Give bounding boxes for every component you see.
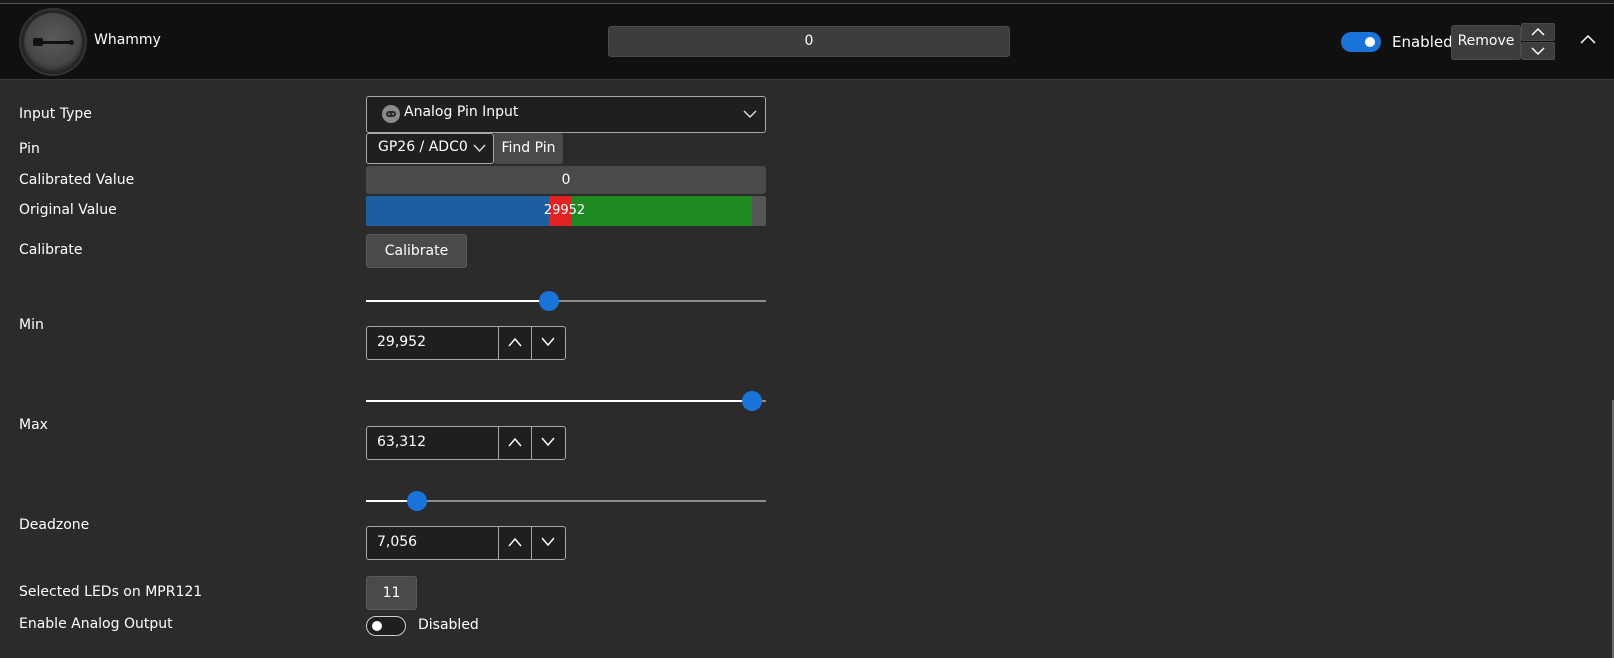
chevron-down-icon: [1531, 47, 1545, 56]
chevron-down-icon: [473, 144, 486, 153]
pin-select[interactable]: GP26 / ADC0: [366, 133, 494, 164]
original-value-text: 29952: [543, 203, 586, 218]
calibrate-label: Calibrate: [19, 242, 83, 258]
below-min-segment: [366, 196, 549, 226]
whammy-logo-icon: [21, 10, 85, 74]
input-type-label: Input Type: [19, 106, 92, 122]
input-type-value: Analog Pin Input: [404, 104, 519, 120]
find-pin-button[interactable]: Find Pin: [494, 133, 563, 164]
pin-label: Pin: [19, 141, 40, 157]
min-slider-thumb[interactable]: [538, 291, 559, 311]
max-decrement-button[interactable]: [531, 427, 565, 459]
analog-output-state: Disabled: [418, 617, 479, 633]
chevron-up-icon: [1531, 27, 1545, 36]
selected-leds-button[interactable]: 11: [366, 576, 417, 610]
enabled-toggle[interactable]: [1341, 32, 1381, 52]
max-number-input[interactable]: 63,312: [366, 426, 566, 460]
chevron-down-icon: [541, 337, 555, 347]
calibrated-value-display: 0: [366, 166, 766, 194]
pin-value: GP26 / ADC0: [378, 139, 468, 155]
collapse-button[interactable]: [1578, 34, 1598, 50]
calibrated-value-label: Calibrated Value: [19, 172, 135, 188]
max-slider[interactable]: [366, 391, 766, 411]
chevron-up-icon: [508, 537, 522, 547]
collapse-chevron-icon: [1580, 34, 1596, 44]
chevron-up-icon: [508, 437, 522, 447]
gamepad-icon: [382, 105, 400, 123]
original-value-bar: 29952: [366, 196, 766, 226]
calibrate-button[interactable]: Calibrate: [366, 234, 467, 268]
deadzone-label: Deadzone: [19, 517, 90, 533]
min-label: Min: [19, 317, 44, 333]
min-increment-button[interactable]: [498, 327, 532, 359]
input-title: Whammy: [94, 32, 161, 48]
min-slider[interactable]: [366, 291, 766, 311]
max-label: Max: [19, 417, 48, 433]
original-value-label: Original Value: [19, 202, 117, 218]
deadzone-number-input[interactable]: 7,056: [366, 526, 566, 560]
max-value: 63,312: [377, 434, 426, 450]
chevron-down-icon: [541, 437, 555, 447]
input-type-select[interactable]: Analog Pin Input: [366, 96, 766, 133]
remove-button[interactable]: Remove: [1451, 25, 1521, 60]
header-value-display: 0: [608, 26, 1010, 57]
min-value: 29,952: [377, 334, 426, 350]
chevron-up-icon: [508, 337, 522, 347]
max-slider-thumb[interactable]: [742, 391, 763, 411]
chevron-down-icon: [541, 537, 555, 547]
move-up-button[interactable]: [1521, 23, 1555, 41]
analog-output-label: Enable Analog Output: [19, 616, 173, 632]
deadzone-value: 7,056: [377, 534, 418, 550]
header-bar: Whammy 0 Enabled Remove: [0, 4, 1614, 80]
max-increment-button[interactable]: [498, 427, 532, 459]
deadzone-slider[interactable]: [366, 491, 766, 511]
chevron-down-icon: [743, 110, 757, 118]
min-number-input[interactable]: 29,952: [366, 326, 566, 360]
deadzone-decrement-button[interactable]: [531, 527, 565, 559]
deadzone-slider-thumb[interactable]: [407, 491, 428, 511]
active-range-segment: [571, 196, 753, 226]
analog-output-toggle[interactable]: [366, 616, 406, 636]
enabled-label: Enabled: [1392, 33, 1453, 51]
deadzone-increment-button[interactable]: [498, 527, 532, 559]
selected-leds-label: Selected LEDs on MPR121: [19, 584, 203, 600]
move-down-button[interactable]: [1521, 42, 1555, 60]
min-decrement-button[interactable]: [531, 327, 565, 359]
